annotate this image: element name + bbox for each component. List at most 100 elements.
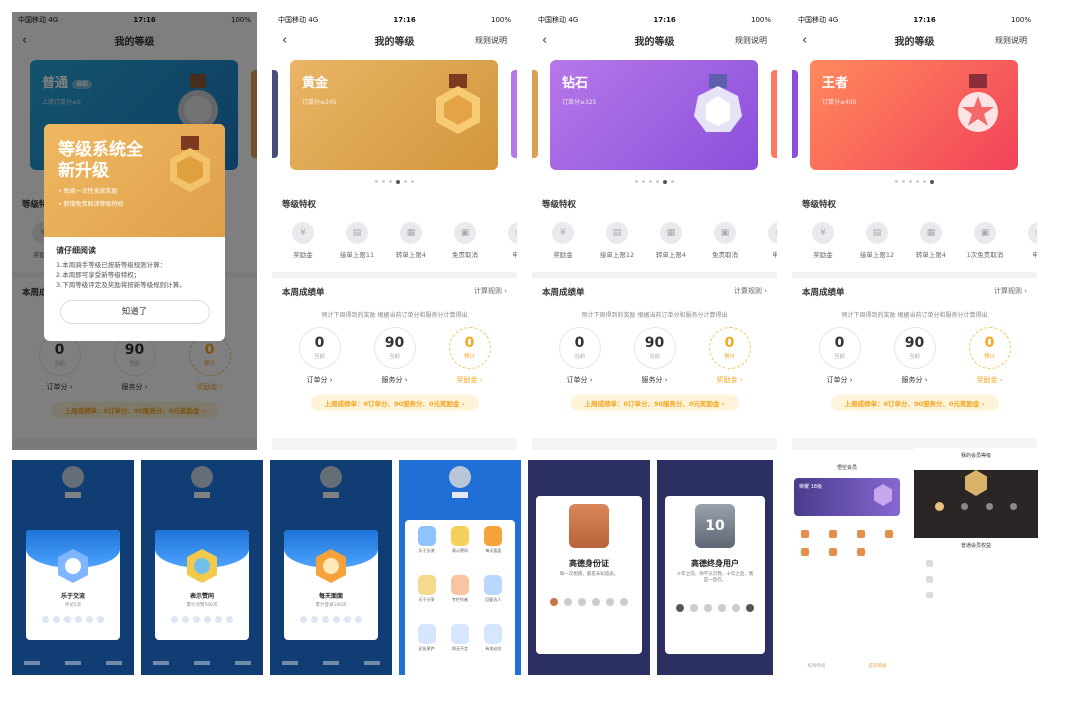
badge-grid-item[interactable]: 乐于分享 (411, 575, 442, 620)
rules-link[interactable]: 规则说明 (995, 35, 1027, 46)
perk-item[interactable]: ¥ 奖励金 (276, 218, 330, 262)
popup-body: 请仔细阅读 1.本周骑手等级已按新等级规则计算： 2.本周即可享受新等级特权； … (44, 237, 225, 332)
perk-item[interactable]: ▦ 转单上限4 (384, 218, 438, 262)
service-score[interactable]: 90 当前服务分 › (885, 327, 945, 385)
order-score[interactable]: 0 当前订单分 › (550, 327, 610, 385)
list-item[interactable] (926, 571, 1026, 587)
like-badge-icon (187, 549, 217, 583)
ok-button[interactable]: 知道了 (59, 300, 210, 324)
level-carousel[interactable]: 钻石 订单分≥325 (532, 52, 777, 190)
status-bar: 中国移动 4G 17:16 100% (272, 12, 517, 28)
reward-amount[interactable]: 0 预计奖励金 › (700, 327, 760, 385)
perk-item[interactable]: ▣ 1次免责取消 (958, 218, 1012, 262)
popup-title: 等级系统全新升级 (58, 140, 143, 181)
service-score-value: 90 (644, 335, 665, 351)
service-score[interactable]: 90 当前服务分 › (365, 327, 425, 385)
vip-perk[interactable] (792, 530, 818, 540)
rules-link[interactable]: 规则说明 (475, 35, 507, 46)
order-score[interactable]: 0 当前订单分 › (810, 327, 870, 385)
level-carousel[interactable]: 王者 订单分≥400 (792, 52, 1037, 190)
badge-subtitle: 累计点赞500次 (186, 603, 218, 608)
back-icon[interactable]: ‹ (542, 33, 547, 48)
member-title: 我的会员等级 (960, 452, 991, 459)
dot (411, 180, 414, 183)
mini-badge-screen-3: 每天面面 累计登录100天 (270, 460, 392, 675)
carousel-dots (792, 180, 1037, 184)
vip-footer: 权限特权 提升等级 (786, 663, 908, 669)
last-week-summary[interactable]: 上周成绩单：0订单分、90服务分、0元奖励金 › (570, 395, 739, 411)
perk-item[interactable]: ¥ 奖励金 (796, 218, 850, 262)
last-week-summary[interactable]: 上周成绩单：0订单分、90服务分、0元奖励金 › (830, 395, 999, 411)
perk-item[interactable]: ▤ 接单上限12 (590, 218, 644, 262)
badge-grid-item[interactable]: 回复达人 (478, 575, 509, 620)
badge-grid-item[interactable]: 初出茅庐 (411, 624, 442, 669)
last-week-summary[interactable]: 上周成绩单：0订单分、90服务分、0元奖励金 › (310, 395, 479, 411)
perk-item[interactable]: ▤ 接单上限11 (330, 218, 384, 262)
service-score[interactable]: 90 当前服务分 › (625, 327, 685, 385)
stats-row: 0 当前订单分 › 90 当前服务分 › 0 预计奖励金 › (792, 327, 1037, 385)
perk-item[interactable]: ◎ 申诉 (1012, 218, 1037, 262)
yuan-icon: ¥ (292, 222, 314, 244)
calc-rules-link[interactable]: 计算规则 › (994, 286, 1027, 298)
perk-item[interactable]: ▦ 转单上限4 (904, 218, 958, 262)
dot (902, 180, 905, 183)
order-score[interactable]: 0 当前订单分 › (290, 327, 350, 385)
perks-header: 等级特权 (532, 190, 777, 216)
carousel-dots (532, 180, 777, 184)
badge-title: 乐于交流 (60, 593, 85, 600)
list-item[interactable] (926, 587, 1026, 598)
rules-link[interactable]: 规则说明 (735, 35, 767, 46)
badge-grid-item[interactable]: 专栏作者 (444, 575, 475, 620)
vip-perk[interactable] (876, 530, 902, 540)
perk-label: 免责取消 (712, 251, 738, 259)
week-header: 本周成绩单 计算规则 › (532, 278, 777, 304)
perk-item[interactable]: ◎ 申诉 (752, 218, 777, 262)
prev-card-peek[interactable] (532, 70, 538, 158)
calc-rules-link[interactable]: 计算规则 › (734, 286, 767, 298)
vip-perk[interactable] (820, 548, 846, 558)
vip-nav: 悟空会员 (786, 460, 908, 474)
badge-grid-item[interactable]: 有求必应 (478, 624, 509, 669)
prev-card-peek[interactable] (792, 70, 798, 158)
vip-perk[interactable] (820, 530, 846, 540)
badge-grid-item[interactable]: 表示赞同 (444, 526, 475, 571)
badge-grid-label: 知无不言 (451, 646, 468, 651)
reward-amount[interactable]: 0 预计奖励金 › (960, 327, 1020, 385)
next-card-peek[interactable] (771, 70, 777, 158)
popup-bullet-text: 每周一次性发放奖励 (63, 188, 118, 195)
vip-perk[interactable] (848, 548, 874, 558)
mini-badge-grid-screen: 乐于交流 表示赞同 每天面面 乐于分享 专栏作者 回复达人 初出茅庐 知无不言 … (399, 460, 521, 675)
member-rights-link[interactable]: 普通会员权益 (914, 542, 1038, 549)
vip-perk[interactable] (792, 548, 818, 558)
next-card-peek[interactable] (511, 70, 517, 158)
calc-rules-link[interactable]: 计算规则 › (474, 286, 507, 298)
perk-item[interactable]: ▣ 免责取消 (698, 218, 752, 262)
order-score-sub: 当前 (833, 354, 845, 360)
level-carousel[interactable]: 黄金 订单分≥245 (272, 52, 517, 190)
badge-grid-item[interactable]: 乐于交流 (411, 526, 442, 571)
vip-footer-left[interactable]: 权限特权 (808, 663, 826, 669)
perk-item[interactable]: ▦ 转单上限4 (644, 218, 698, 262)
perk-label: 转单上限4 (395, 251, 427, 259)
perk-item[interactable]: ▣ 免责取消 (438, 218, 492, 262)
perk-item[interactable]: ◎ 申诉 (492, 218, 517, 262)
badge-grid-item[interactable]: 知无不言 (444, 624, 475, 669)
gaode-card: 10 高德终身用户 十年之前，你不认识我，十年之后，我是一直在。 (665, 496, 765, 654)
badge-grid-item[interactable]: 每天面面 (478, 526, 509, 571)
vip-footer-right[interactable]: 提升等级 (869, 663, 887, 669)
back-icon[interactable]: ‹ (282, 33, 287, 48)
reward-value: 0 (724, 335, 735, 351)
service-score-sub: 当前 (648, 354, 660, 360)
perk-item[interactable]: ▤ 接单上限12 (850, 218, 904, 262)
badge-progress (155, 616, 249, 623)
back-icon[interactable]: ‹ (802, 33, 807, 48)
prev-card-peek[interactable] (272, 70, 278, 158)
perk-item[interactable]: ¥ 奖励金 (536, 218, 590, 262)
list-item[interactable] (926, 555, 1026, 571)
reward-amount[interactable]: 0 预计奖励金 › (440, 327, 500, 385)
dot (404, 180, 407, 183)
diamond-medal-icon (694, 74, 742, 132)
service-score-circle: 90 当前 (633, 327, 676, 369)
clock: 17:16 (393, 16, 416, 24)
vip-perk[interactable] (848, 530, 874, 540)
